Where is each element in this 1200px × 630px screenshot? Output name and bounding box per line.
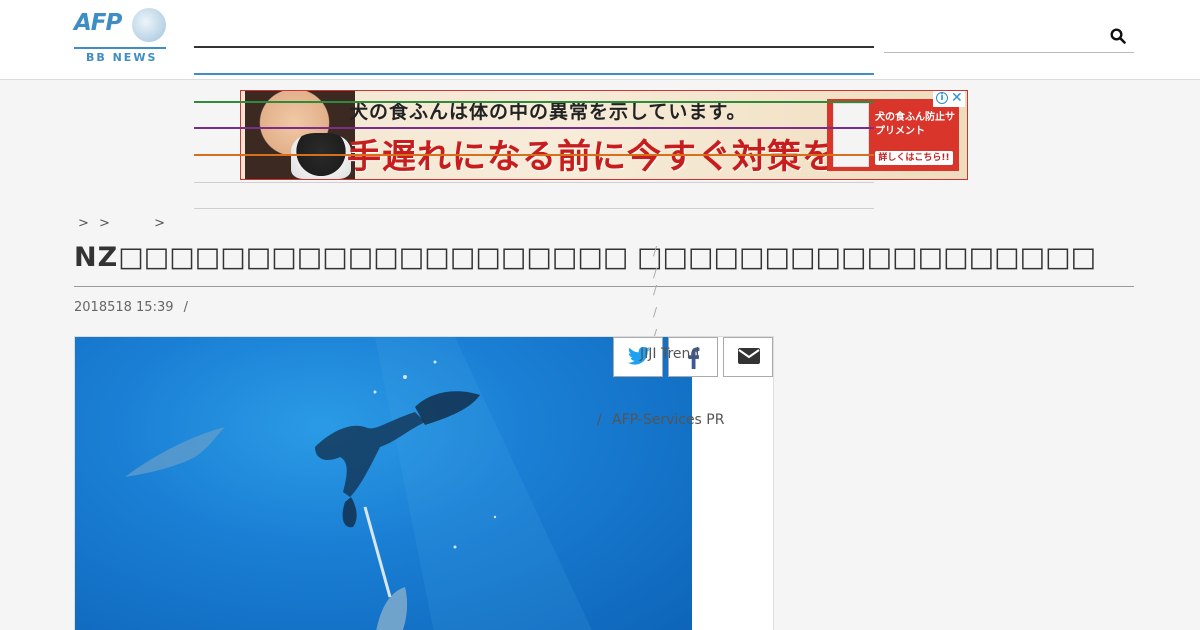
article-title: NZ□□□□□□□□□□□□□□□□□□□□ □□□□□□□□□□□□□□□□□…: [74, 242, 1134, 273]
side-menu-slash: /: [653, 283, 658, 297]
breadcrumb-separator: >: [154, 216, 165, 231]
ad-banner[interactable]: 犬の食ふんは体の中の異常を示しています。 手遅れになる前に今すぐ対策を! 犬の食…: [240, 90, 968, 180]
menu-line-divider: [194, 208, 874, 209]
logo-afp-text: AFP: [74, 10, 122, 36]
search-input[interactable]: [884, 22, 1104, 52]
breadcrumb-separator: >: [78, 216, 89, 231]
share-mail-button[interactable]: [723, 337, 773, 377]
article-date: 2018518 15:39: [74, 300, 174, 315]
ad-product-panel: 犬の食ふん防止サプリメント 詳しくはこちら!!: [827, 99, 959, 171]
nav-bar-top-line: [194, 46, 874, 48]
article-meta: 2018518 15:39 /: [74, 300, 188, 315]
side-menu-slash: /: [653, 266, 658, 280]
ad-info-icon[interactable]: i: [936, 92, 948, 104]
article-title-text: NZ: [74, 242, 119, 273]
title-divider: [74, 286, 1134, 287]
side-link-jiji-trend[interactable]: JIJI Trend: [640, 346, 699, 362]
mail-icon: [738, 348, 760, 364]
side-link-afp-services-pr[interactable]: AFP-Services PR: [612, 412, 724, 428]
menu-line-divider: [194, 182, 874, 183]
diver-with-dolphins-image: [125, 337, 592, 630]
breadcrumb-separator: >: [99, 216, 110, 231]
article-photo[interactable]: [75, 337, 692, 630]
side-menu-slash: /: [653, 244, 658, 258]
menu-line-purple[interactable]: [194, 127, 874, 129]
ad-product-box-image: [833, 103, 869, 167]
globe-icon: [132, 8, 166, 42]
logo-bbnews-text: BB NEWS: [86, 51, 158, 64]
menu-line-green[interactable]: [194, 101, 874, 103]
meta-separator: /: [183, 300, 189, 315]
article-title-missing-glyphs: □□□□□□□□□□□□□□□□□□□□ □□□□□□□□□□□□□□□□□□: [118, 242, 1097, 273]
search-box: [884, 22, 1134, 53]
ad-cta-button[interactable]: 詳しくはこちら!!: [875, 151, 953, 165]
logo-underline: [74, 47, 166, 49]
site-header: AFP BB NEWS: [0, 0, 1200, 80]
search-icon[interactable]: [1110, 28, 1126, 44]
ad-product-text: 犬の食ふん防止サプリメント: [875, 112, 955, 137]
ad-controls: i ✕: [933, 91, 965, 107]
afpbb-logo[interactable]: AFP BB NEWS: [74, 8, 166, 64]
ad-dog-image: [291, 133, 351, 179]
side-menu-slash: /: [597, 412, 602, 428]
ad-close-icon[interactable]: ✕: [951, 91, 963, 106]
breadcrumb: > > >: [78, 216, 171, 231]
side-menu-slash: /: [653, 305, 658, 319]
menu-line-orange[interactable]: [194, 154, 874, 156]
nav-bar-bottom-line: [194, 73, 874, 75]
